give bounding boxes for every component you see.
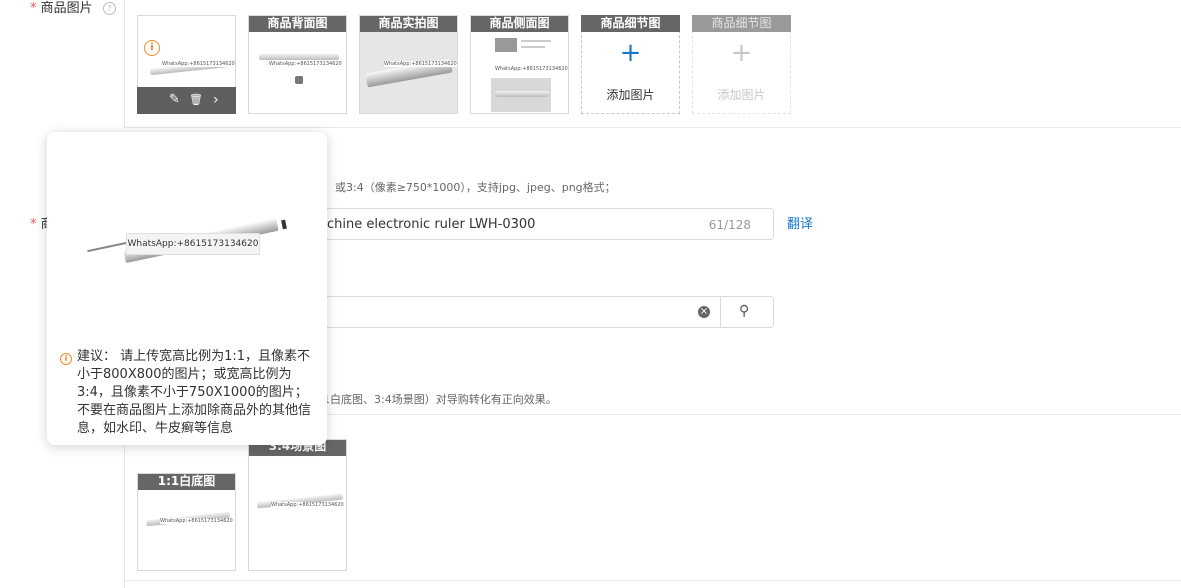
scene-image-thumb[interactable]: 3:4场景图 WhatsApp:+8615173134620	[248, 439, 347, 571]
detail-image-label-2: 商品细节图	[692, 15, 791, 32]
back-image-label: 商品背面图	[249, 16, 346, 32]
help-icon[interactable]: ?	[102, 2, 116, 15]
ruler-end-cap	[281, 219, 287, 230]
search-input[interactable]: × ⚲	[300, 296, 774, 328]
add-image-button-disabled: 商品细节图 + 添加图片	[692, 15, 791, 114]
divider-horizontal-bottom	[124, 580, 1181, 581]
delete-icon[interactable]: 🗑	[189, 93, 203, 107]
search-divider	[720, 297, 721, 327]
clear-icon[interactable]: ×	[698, 306, 710, 318]
white-bg-image-label: 1:1白底图	[138, 474, 235, 490]
watermark-label: WhatsApp:+8615173134620	[384, 61, 457, 67]
connector-part	[295, 76, 303, 84]
warning-icon: i	[60, 353, 72, 365]
title-input[interactable]: achine electronic ruler LWH-0300 61/128	[300, 208, 774, 240]
side-image-detail	[495, 38, 517, 52]
required-mark-2: *	[30, 217, 37, 232]
detail-image-label: 商品细节图	[581, 15, 680, 32]
image-upload-tip: 建议： 请上传宽高比例为1:1，且像素不小于800X800的图片；或宽高比例为3…	[77, 349, 312, 436]
title-input-value: achine electronic ruler LWH-0300	[319, 217, 536, 232]
images-label: * 商品图片 ?	[30, 0, 116, 16]
real-image-thumb[interactable]: 商品实拍图 WhatsApp:+8615173134620	[359, 15, 458, 114]
char-counter: 61/128	[708, 218, 751, 232]
watermark-label: WhatsApp:+8615173134620	[162, 61, 235, 67]
divider-horizontal-top	[124, 127, 1181, 128]
images-label-text: 商品图片	[40, 1, 93, 16]
plus-icon: +	[619, 38, 642, 68]
add-image-text: 添加图片	[717, 88, 766, 102]
ruler-rod	[87, 241, 127, 253]
image-format-hint: 或3:4（像素≥750*1000），支持jpg、jpeg、png格式；	[335, 181, 616, 194]
side-image-thumb[interactable]: 商品侧面图 WhatsApp:+8615173134620	[470, 15, 569, 114]
back-image-thumb[interactable]: 商品背面图 WhatsApp:+8615173134620	[248, 15, 347, 114]
info-icon: i	[144, 40, 160, 56]
product-ruler-image	[259, 54, 339, 60]
watermark-label: WhatsApp:+8615173134620	[495, 66, 568, 72]
side-image-label: 商品侧面图	[471, 16, 568, 32]
add-image-button[interactable]: 商品细节图 + 添加图片	[581, 15, 680, 114]
required-mark: *	[30, 1, 37, 16]
white-bg-image-thumb[interactable]: 1:1白底图 WhatsApp:+8615173134620	[137, 473, 236, 571]
product-ruler-image	[495, 91, 549, 97]
plus-icon: +	[730, 38, 753, 68]
search-icon[interactable]: ⚲	[739, 303, 749, 319]
edit-icon[interactable]: ✎	[169, 93, 180, 107]
watermark-label: WhatsApp:+8615173134620	[271, 502, 344, 508]
preview-watermark: WhatsApp:+8615173134620	[126, 233, 260, 255]
side-image-line	[521, 46, 545, 48]
guide-hint: 1白底图、3:4场景图）对导购转化有正向效果。	[323, 393, 557, 406]
watermark-label: WhatsApp:+8615173134620	[160, 518, 233, 524]
image-toolbar: ✎ 🗑 ›	[137, 87, 236, 114]
chevron-right-icon[interactable]: ›	[213, 93, 219, 107]
side-image-line	[521, 40, 551, 42]
translate-link[interactable]: 翻译	[787, 213, 813, 232]
add-image-text: 添加图片	[606, 88, 655, 102]
real-image-label: 商品实拍图	[360, 16, 457, 32]
divider-vertical-top	[124, 0, 125, 128]
watermark-label: WhatsApp:+8615173134620	[269, 61, 342, 67]
